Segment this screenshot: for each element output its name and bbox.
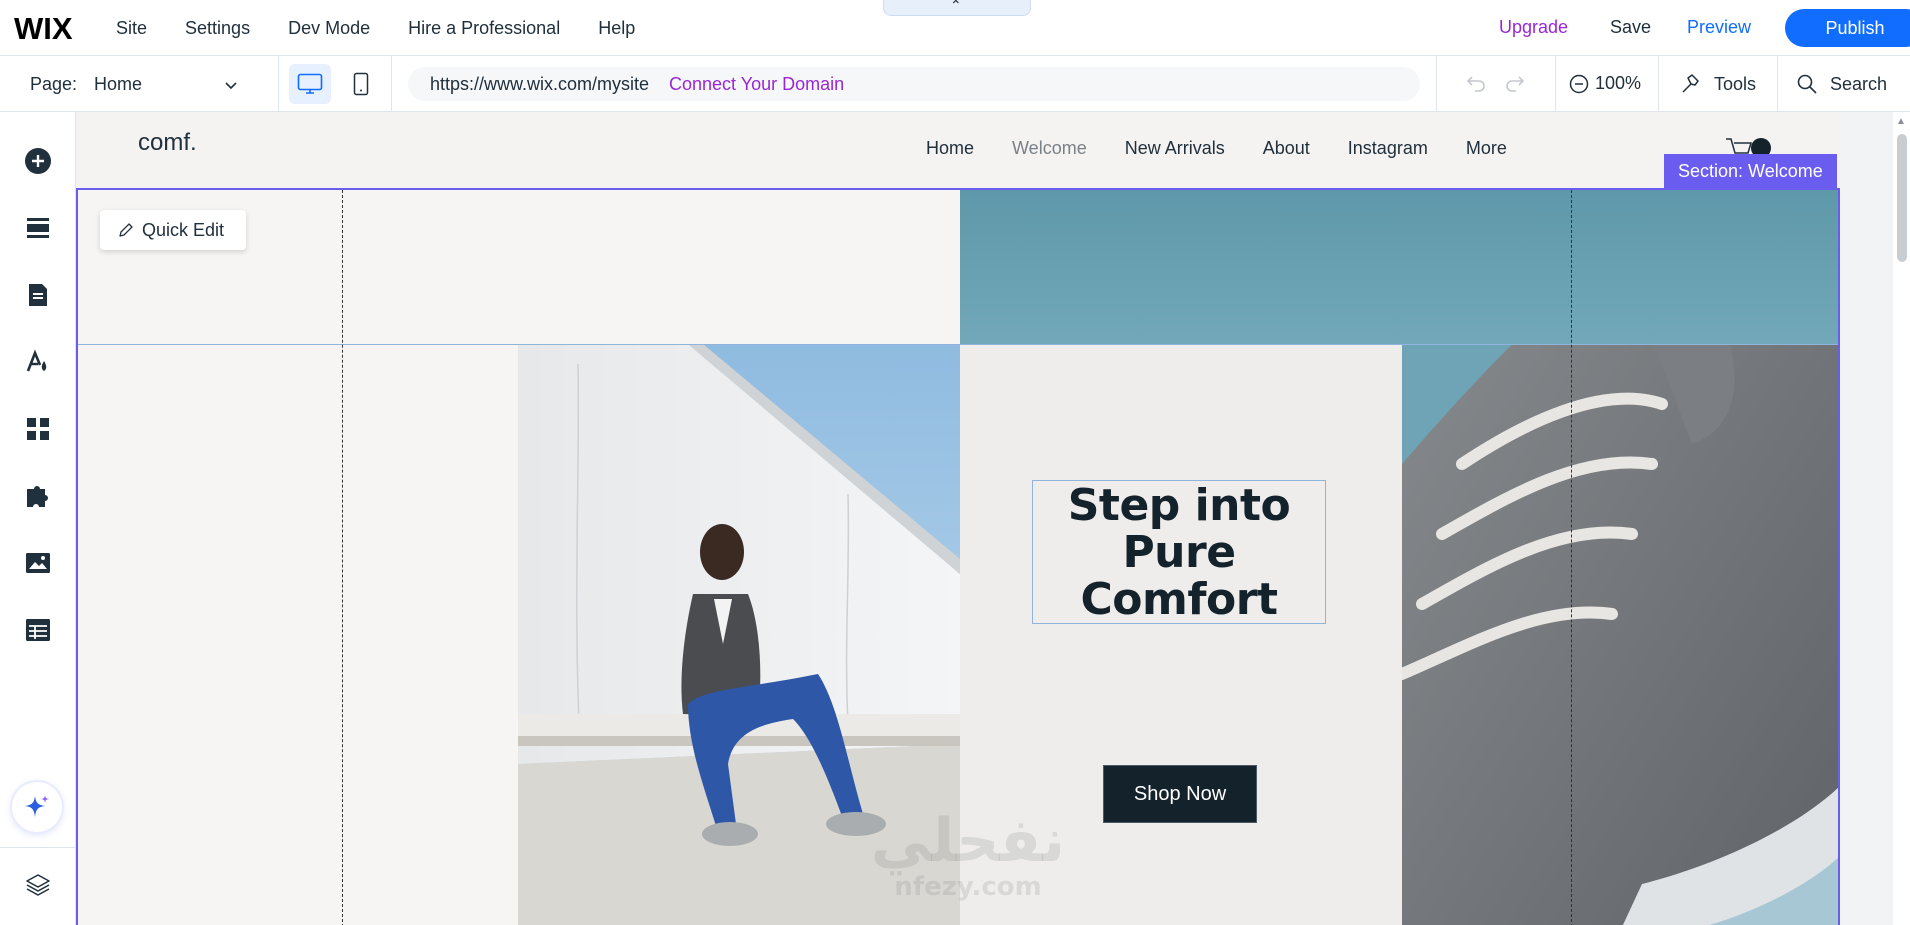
search-button[interactable]: Search — [1796, 73, 1887, 95]
zoom-out-icon — [1569, 74, 1589, 93]
chevron-down-icon[interactable] — [222, 76, 240, 94]
pages-menu-button[interactable] — [22, 279, 54, 311]
connect-domain-link[interactable]: Connect Your Domain — [669, 74, 844, 95]
sky-background — [960, 190, 1838, 346]
site-design-button[interactable] — [22, 346, 54, 378]
wix-logo[interactable]: WIX — [14, 11, 73, 47]
desktop-icon — [297, 73, 323, 94]
table-icon — [26, 619, 50, 641]
site-header[interactable]: comf. Home Welcome New Arrivals About In… — [76, 112, 1840, 188]
apps-icon — [27, 418, 49, 440]
design-icon — [26, 349, 47, 372]
sparkle-icon — [25, 795, 49, 817]
menu-hire-professional[interactable]: Hire a Professional — [408, 18, 560, 39]
puzzle-icon — [27, 486, 48, 507]
scroll-up-icon[interactable]: ▲ — [1896, 116, 1906, 127]
quick-edit-label: Quick Edit — [142, 219, 225, 240]
nav-about[interactable]: About — [1263, 138, 1310, 159]
mobile-view-button[interactable] — [340, 64, 382, 104]
nav-new-arrivals[interactable]: New Arrivals — [1125, 138, 1225, 159]
left-sidebar — [0, 112, 76, 925]
tools-icon — [1682, 74, 1699, 93]
redo-icon[interactable] — [1503, 71, 1527, 95]
save-button[interactable]: Save — [1610, 17, 1651, 38]
editor-canvas[interactable]: comf. Home Welcome New Arrivals About In… — [76, 112, 1893, 925]
watermark-arabic: نفحلي — [870, 806, 1066, 876]
site-url-bar: https://www.wix.com/mysite Connect Your … — [408, 67, 1420, 101]
image-icon — [26, 553, 50, 573]
nav-home[interactable]: Home — [926, 138, 974, 159]
chevron-up-icon: ⌃ — [950, 0, 962, 13]
divider — [1658, 56, 1659, 112]
divider — [1555, 56, 1556, 112]
page-label: Page: — [30, 74, 78, 94]
nav-instagram[interactable]: Instagram — [1348, 138, 1428, 159]
add-elements-button[interactable] — [22, 145, 54, 177]
section-welcome[interactable]: Quick Edit Step into Pure Comfort Shop N… — [76, 188, 1840, 925]
divider — [0, 847, 76, 848]
search-label: Search — [1830, 73, 1888, 94]
add-apps-button[interactable] — [22, 413, 54, 445]
collapse-topbar-handle[interactable]: ⌃ — [883, 0, 1031, 16]
zoom-level: 100% — [1595, 73, 1642, 93]
shop-now-button[interactable]: Shop Now — [1103, 765, 1257, 823]
hero-headline: Step into Pure Comfort — [1067, 479, 1291, 625]
quick-edit-button[interactable]: Quick Edit — [100, 210, 247, 250]
add-icon — [25, 148, 51, 174]
editor-toolbar: Page: Home https://www.wix.com/mysite Co… — [0, 56, 1910, 112]
layers-button[interactable] — [22, 869, 54, 901]
tools-button[interactable]: Tools — [1680, 73, 1756, 95]
sections-icon — [27, 218, 49, 238]
search-icon — [1797, 74, 1817, 94]
ai-assistant-button[interactable] — [12, 782, 62, 832]
menu-settings[interactable]: Settings — [185, 18, 250, 39]
desktop-view-button[interactable] — [289, 64, 331, 104]
site-url: https://www.wix.com/mysite — [430, 74, 650, 94]
mobile-icon — [353, 72, 369, 96]
cms-button[interactable] — [22, 614, 54, 646]
upgrade-link[interactable]: Upgrade — [1499, 17, 1568, 38]
publish-button[interactable]: Publish — [1785, 9, 1910, 47]
menu-site[interactable]: Site — [116, 18, 147, 39]
layers-icon — [26, 874, 50, 896]
watermark-latin: nfezy.com — [894, 872, 1042, 902]
grid-guide-right — [1571, 190, 1572, 925]
divider — [1777, 56, 1778, 112]
preview-button[interactable]: Preview — [1687, 17, 1751, 38]
zoom-control[interactable]: 100% — [1569, 73, 1641, 94]
editor-top-bar: WIX Site Settings Dev Mode Hire a Profes… — [0, 0, 1910, 56]
pencil-icon — [119, 223, 133, 237]
divider — [1436, 56, 1437, 112]
top-menu: Site Settings Dev Mode Hire a Profession… — [116, 0, 673, 56]
undo-icon[interactable] — [1464, 71, 1488, 95]
headline-text-box[interactable]: Step into Pure Comfort — [1032, 480, 1326, 624]
menu-dev-mode[interactable]: Dev Mode — [288, 18, 370, 39]
page-selector[interactable]: Home — [94, 74, 142, 95]
menu-help[interactable]: Help — [598, 18, 635, 39]
sneaker-photo[interactable] — [1402, 344, 1840, 925]
nav-welcome[interactable]: Welcome — [1012, 138, 1087, 159]
section-label[interactable]: Section: Welcome — [1664, 154, 1837, 188]
grid-guide-left — [342, 190, 343, 925]
media-button[interactable] — [22, 547, 54, 579]
divider — [391, 56, 392, 112]
business-tools-button[interactable] — [22, 480, 54, 512]
nav-more[interactable]: More — [1466, 138, 1507, 159]
add-section-button[interactable] — [22, 212, 54, 244]
scrollbar-thumb[interactable] — [1897, 134, 1907, 262]
watermark: نفحلي nfezy.com — [848, 810, 1088, 902]
divider — [278, 56, 279, 112]
canvas-scrollbar[interactable]: ▲ — [1893, 112, 1910, 925]
site-navigation: Home Welcome New Arrivals About Instagra… — [926, 138, 1545, 159]
tools-label: Tools — [1714, 73, 1757, 94]
pages-icon — [29, 284, 47, 306]
site-brand-logo[interactable]: comf. — [138, 129, 197, 157]
